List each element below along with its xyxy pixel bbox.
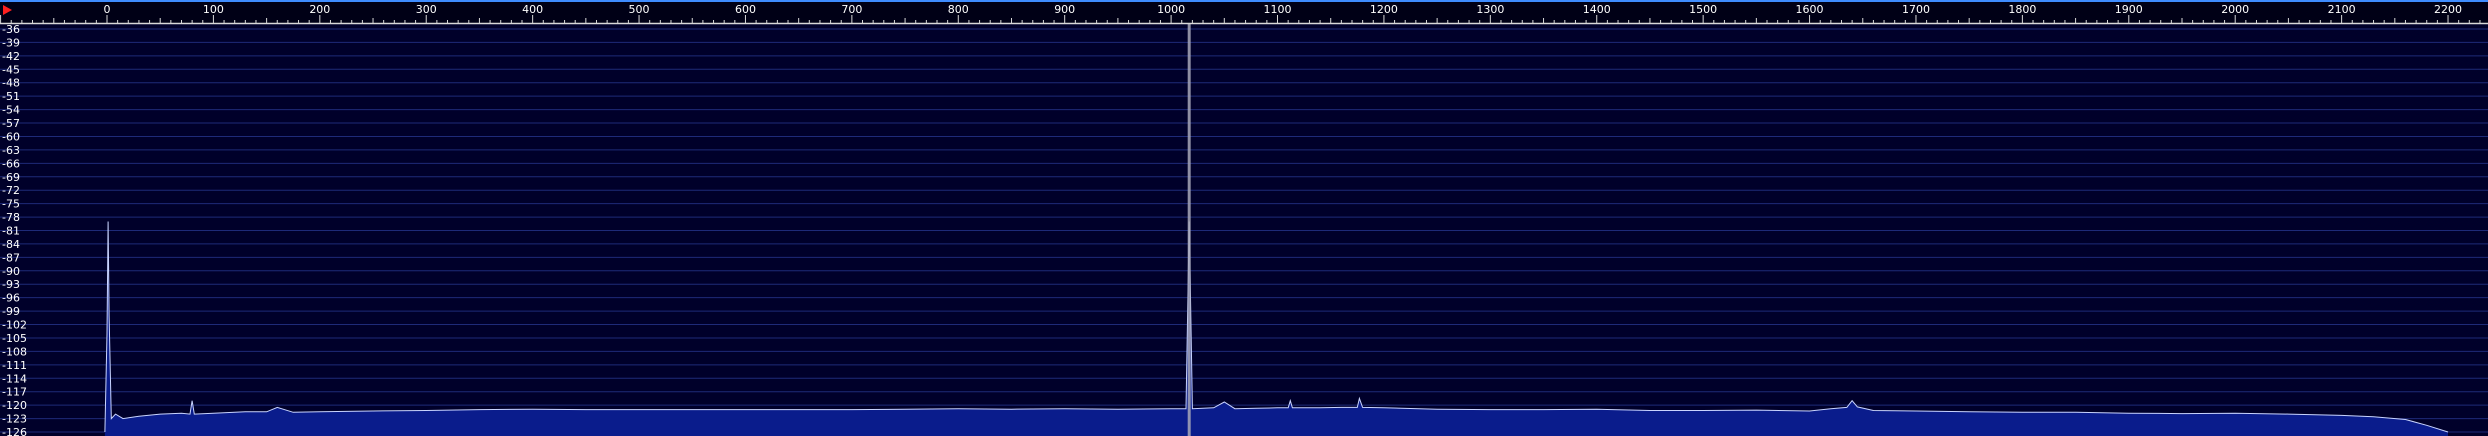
top-edge-bar bbox=[0, 0, 2488, 2]
y-tick-label: -108 bbox=[2, 345, 27, 358]
y-tick-label: -96 bbox=[2, 292, 20, 305]
y-tick-label: -39 bbox=[2, 36, 20, 49]
y-tick-label: -102 bbox=[2, 319, 27, 332]
y-tick-label: -90 bbox=[2, 265, 20, 278]
x-tick-label: 600 bbox=[735, 3, 756, 16]
y-tick-label: -114 bbox=[2, 372, 27, 385]
x-tick-label: 0 bbox=[104, 3, 111, 16]
frequency-ruler[interactable]: 0 100 200 300 400 500 600 700 800 900 1000 1100 1200… bbox=[0, 0, 2488, 25]
y-tick-label: -120 bbox=[2, 399, 27, 412]
x-tick-label: 1400 bbox=[1583, 3, 1611, 16]
y-tick-label: -123 bbox=[2, 413, 27, 426]
x-tick-label: 500 bbox=[629, 3, 650, 16]
y-tick-label: -111 bbox=[2, 359, 27, 372]
y-tick-label: -63 bbox=[2, 144, 20, 157]
spectrum-display[interactable]: -36-39-42-45-48-51-54-57-60-63-66-69-72-… bbox=[0, 0, 2488, 436]
tuning-marker-group[interactable] bbox=[1187, 24, 1191, 436]
y-tick-label: -105 bbox=[2, 332, 27, 345]
y-tick-label: -66 bbox=[2, 157, 20, 170]
x-tick-label: 1000 bbox=[1157, 3, 1185, 16]
y-tick-label: -75 bbox=[2, 198, 20, 211]
y-tick-label: -57 bbox=[2, 117, 20, 130]
y-tick-label: -78 bbox=[2, 211, 20, 224]
x-tick-label: 1900 bbox=[2115, 3, 2143, 16]
top-edge-indicator bbox=[0, 0, 2488, 2]
x-tick-label: 1600 bbox=[1796, 3, 1824, 16]
y-tick-label: -126 bbox=[2, 426, 27, 436]
y-tick-label: -60 bbox=[2, 130, 20, 143]
x-tick-label: 100 bbox=[203, 3, 224, 16]
x-tick-label: 1100 bbox=[1264, 3, 1292, 16]
y-tick-label: -81 bbox=[2, 225, 20, 238]
y-tick-label: -117 bbox=[2, 386, 27, 399]
x-tick-label: 300 bbox=[416, 3, 437, 16]
x-tick-label: 400 bbox=[522, 3, 543, 16]
spectrum-background bbox=[0, 0, 2488, 436]
y-tick-label: -42 bbox=[2, 50, 20, 63]
x-tick-label: 1500 bbox=[1689, 3, 1717, 16]
y-tick-label: -36 bbox=[2, 23, 20, 36]
y-tick-label: -54 bbox=[2, 104, 20, 117]
y-tick-label: -45 bbox=[2, 63, 20, 76]
y-tick-label: -48 bbox=[2, 77, 20, 90]
x-tick-label: 800 bbox=[948, 3, 969, 16]
x-tick-label: 900 bbox=[1054, 3, 1075, 16]
y-tick-label: -99 bbox=[2, 305, 20, 318]
y-tick-label: -93 bbox=[2, 278, 20, 291]
x-tick-label: 1200 bbox=[1370, 3, 1398, 16]
y-tick-label: -72 bbox=[2, 184, 20, 197]
y-tick-label: -51 bbox=[2, 90, 20, 103]
x-tick-label: 2100 bbox=[2328, 3, 2356, 16]
spectrum-panadapter[interactable]: -36 -39 -42 -45 -48 -51 -54 -57 -60 -63 -66 -69 -72-… bbox=[0, 0, 2488, 436]
x-tick-label: 200 bbox=[309, 3, 330, 16]
y-tick-label: -87 bbox=[2, 251, 20, 264]
x-tick-label: 1700 bbox=[1902, 3, 1930, 16]
tuning-marker-line[interactable] bbox=[1187, 24, 1191, 436]
y-tick-label: -84 bbox=[2, 238, 20, 251]
x-tick-label: 2000 bbox=[2221, 3, 2249, 16]
x-tick-label: 1800 bbox=[2008, 3, 2036, 16]
y-tick-label: -69 bbox=[2, 171, 20, 184]
x-tick-label: 2200 bbox=[2434, 3, 2462, 16]
x-tick-label: 700 bbox=[841, 3, 862, 16]
x-tick-label: 1300 bbox=[1476, 3, 1504, 16]
